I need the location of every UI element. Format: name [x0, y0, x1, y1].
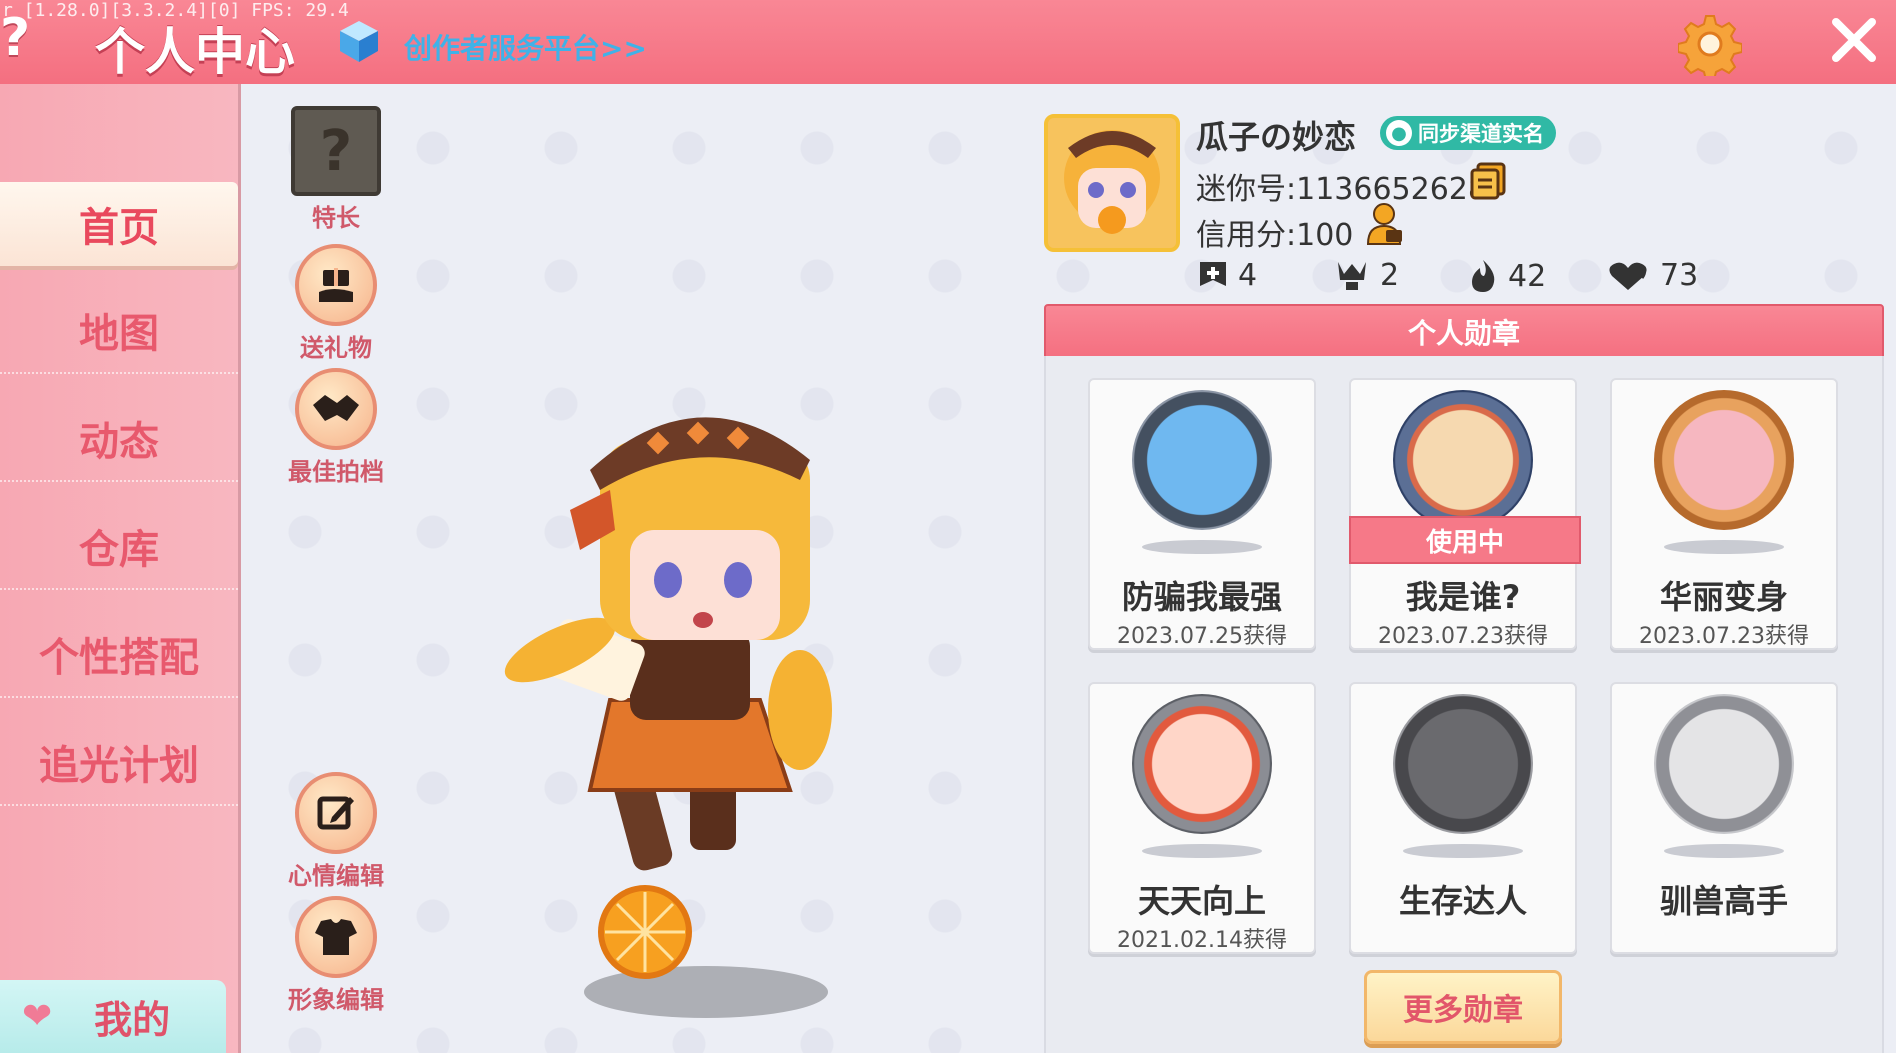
- person-icon: ●: [1386, 120, 1412, 146]
- medal-date: 2023.07.23获得: [1378, 624, 1548, 649]
- mini-id: 迷你号:1136652628: [1196, 172, 1487, 207]
- medal-name: 生存达人: [1398, 882, 1527, 920]
- appearance-edit-button[interactable]: 形象编辑: [281, 896, 391, 1015]
- heart-icon: [1609, 262, 1647, 290]
- nav-item-home[interactable]: 首页: [0, 182, 238, 266]
- more-medals-button[interactable]: 更多勋章: [1364, 970, 1562, 1044]
- medal-card-daily-progress[interactable]: 天天向上 2021.02.14获得: [1088, 682, 1316, 954]
- best-partner-button[interactable]: 最佳拍档: [281, 368, 391, 487]
- medal-section-header: 个人勋章: [1044, 304, 1884, 360]
- mine-tab[interactable]: ❤ 我的: [0, 980, 226, 1053]
- mood-edit-label: 心情编辑: [288, 862, 384, 890]
- medal-date: 2021.02.14获得: [1117, 928, 1287, 953]
- campfire-medal-icon: [1393, 694, 1533, 834]
- help-button[interactable]: ?: [0, 8, 30, 68]
- plus-flag-icon: [1200, 261, 1226, 286]
- avatar[interactable]: [1044, 114, 1180, 252]
- realname-badge-label: 同步渠道实名: [1418, 122, 1544, 146]
- talent-button[interactable]: ? 特长: [281, 106, 391, 233]
- gear-icon[interactable]: [1678, 12, 1742, 76]
- police-medal-icon: [1132, 390, 1272, 530]
- talent-label: 特长: [312, 204, 360, 232]
- mood-edit-button[interactable]: 心情编辑: [281, 772, 391, 891]
- page-title: 个人中心: [95, 23, 295, 81]
- mine-label: 我的: [94, 998, 171, 1042]
- stat-cup: 2: [1334, 258, 1399, 293]
- medal-name: 天天向上: [1137, 882, 1266, 920]
- cube-icon[interactable]: [336, 18, 382, 64]
- in-use-badge: 使用中: [1349, 516, 1581, 564]
- stat-flame: 42: [1468, 258, 1546, 294]
- stat-heart-value: 73: [1660, 258, 1699, 293]
- appearance-edit-label: 形象编辑: [288, 986, 384, 1014]
- horse-medal-icon: [1654, 694, 1794, 834]
- username: 瓜子の妙恋: [1196, 118, 1357, 156]
- edit-icon: [295, 772, 377, 854]
- heart-icon: ❤: [22, 996, 53, 1037]
- top-bar: r [1.28.0][3.3.2.4][0] FPS: 29.4 ? 个人中心 …: [0, 0, 1896, 87]
- stat-cup-value: 2: [1380, 258, 1400, 293]
- flame-icon: [1472, 260, 1495, 292]
- send-gift-label: 送礼物: [300, 334, 372, 362]
- medal-card-gorgeous-transform[interactable]: 华丽变身 2023.07.23获得: [1610, 378, 1838, 650]
- copy-icon[interactable]: [1470, 162, 1506, 200]
- nav-item-outfit[interactable]: 个性搭配: [0, 612, 238, 698]
- stat-plus-value: 4: [1238, 258, 1258, 293]
- realname-badge[interactable]: ● 同步渠道实名: [1380, 116, 1556, 150]
- player-character-model[interactable]: [500, 380, 880, 1020]
- credit-score: 信用分:100: [1196, 218, 1354, 253]
- creator-platform-link[interactable]: 创作者服务平台>>: [404, 27, 647, 67]
- outfit-icon: [295, 896, 377, 978]
- medal-name: 华丽变身: [1659, 578, 1788, 616]
- handshake-icon: [295, 368, 377, 450]
- medal-card-survival-expert[interactable]: 生存达人: [1349, 682, 1577, 954]
- stat-flame-value: 42: [1508, 258, 1547, 294]
- calendar-medal-icon: [1132, 694, 1272, 834]
- left-nav: 首页 地图 动态 仓库 个性搭配 追光计划: [0, 84, 241, 1053]
- nav-item-warehouse[interactable]: 仓库: [0, 504, 238, 590]
- medal-card-anti-fraud[interactable]: 防骗我最强 2023.07.25获得: [1088, 378, 1316, 650]
- medal-date: 2023.07.23获得: [1639, 624, 1809, 649]
- stat-heart: 73: [1606, 258, 1698, 293]
- medal-name: 防骗我最强: [1121, 578, 1282, 616]
- nav-item-chase-light-plan[interactable]: 追光计划: [0, 720, 238, 806]
- stat-plus: 4: [1198, 258, 1257, 293]
- nav-item-feed[interactable]: 动态: [0, 396, 238, 482]
- medal-name: 我是谁?: [1405, 578, 1521, 616]
- id-card-medal-icon: [1393, 390, 1533, 530]
- question-box-icon: ?: [291, 106, 381, 196]
- nav-item-map[interactable]: 地图: [0, 288, 238, 374]
- dino-medal-icon: [1654, 390, 1794, 530]
- medal-name: 驯兽高手: [1659, 882, 1788, 920]
- close-icon[interactable]: [1826, 12, 1882, 68]
- gift-hand-icon: [295, 244, 377, 326]
- best-partner-label: 最佳拍档: [288, 458, 384, 486]
- medal-card-who-am-i[interactable]: 使用中 我是谁? 2023.07.23获得: [1349, 378, 1581, 650]
- medal-date: 2023.07.25获得: [1117, 624, 1287, 649]
- credit-person-icon[interactable]: [1364, 202, 1404, 246]
- medal-card-beast-tamer[interactable]: 驯兽高手: [1610, 682, 1838, 954]
- trophy-cup-icon: [1338, 261, 1366, 290]
- send-gift-button[interactable]: 送礼物: [281, 244, 391, 363]
